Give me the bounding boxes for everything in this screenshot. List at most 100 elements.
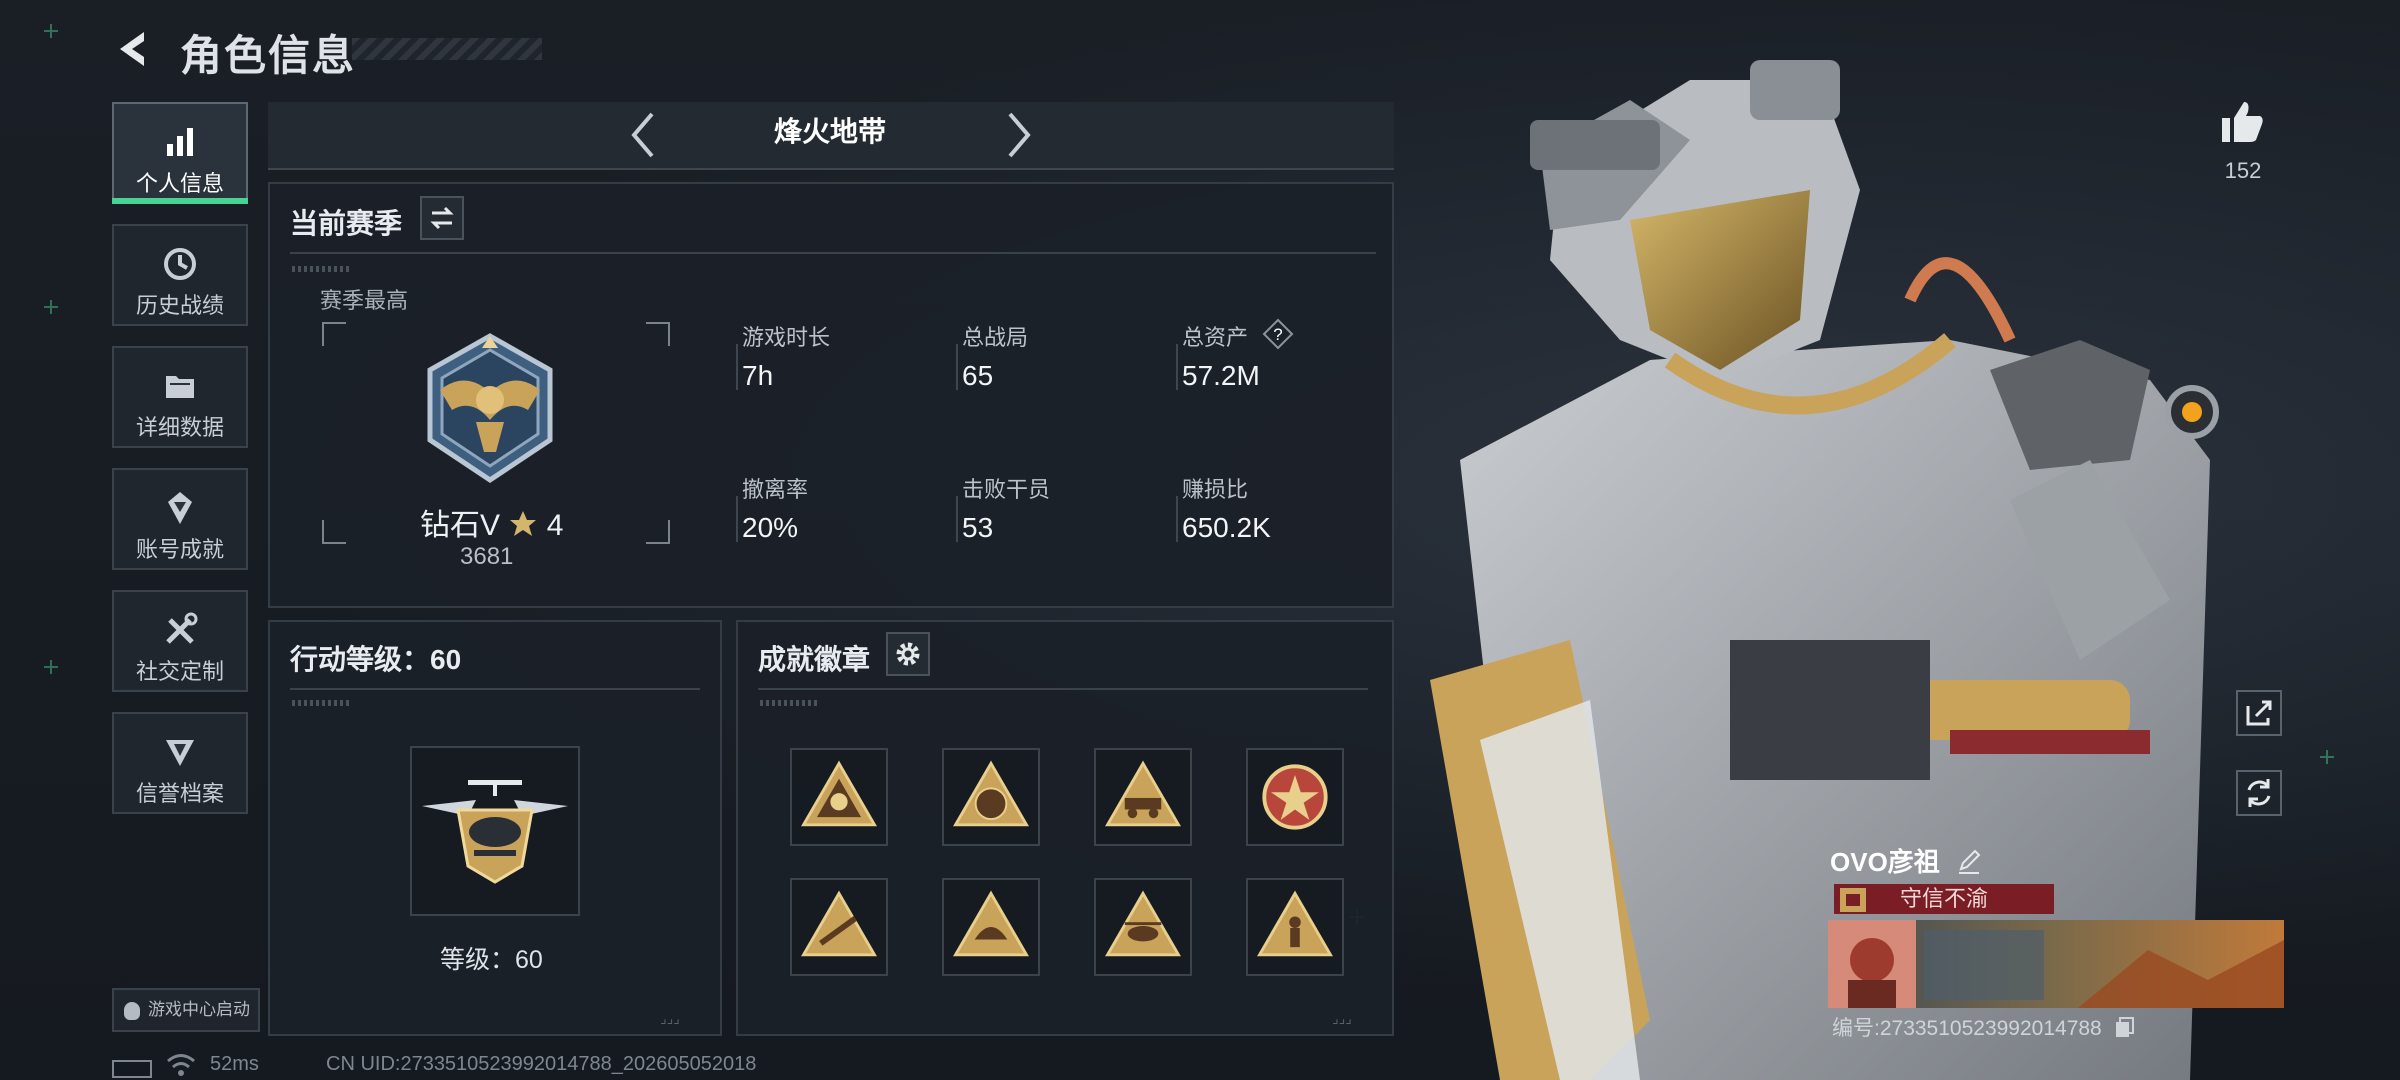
game-center-launch-button[interactable]: 游戏中心启动 (112, 988, 260, 1032)
share-icon (2246, 700, 2272, 726)
bar-chart-icon (167, 128, 193, 156)
achievement-badge[interactable] (790, 748, 888, 846)
swap-icon (430, 206, 454, 230)
achievement-badge[interactable] (1246, 878, 1344, 976)
frame-corner (322, 520, 346, 544)
stat-label: 撤离率 (742, 477, 809, 502)
stat-label: 游戏时长 (742, 325, 831, 350)
stat-label: 击败干员 (962, 477, 1051, 502)
stat-value: 65 (962, 360, 994, 391)
sidebar-item-history[interactable]: 历史战绩 (112, 224, 248, 326)
sidebar-item-label: 历史战绩 (135, 293, 224, 318)
battery-icon (112, 1060, 152, 1078)
sidebar-item-personal-info[interactable]: 个人信息 (112, 102, 248, 204)
frame-corner (646, 322, 670, 346)
sidebar-item-label: 账号成就 (135, 537, 224, 562)
game-center-label: 游戏中心启动 (148, 1000, 250, 1019)
sidebar-item-reputation[interactable]: 信誉档案 (112, 712, 248, 814)
star-icon (510, 511, 537, 536)
uid-text: CN UID:2733510523992014788_202605052018 (326, 1053, 757, 1075)
like-count: 152 (2224, 158, 2262, 183)
badge-6 (953, 890, 1029, 957)
season-switch-button[interactable] (420, 196, 464, 240)
stat-divider (956, 496, 958, 542)
achievement-badge[interactable] (1094, 878, 1192, 976)
level-label: 等级：60 (440, 946, 543, 974)
reputation-icon (166, 740, 194, 766)
stat-value: 7h (742, 360, 774, 391)
copy-icon[interactable] (2114, 1016, 2136, 1038)
divider (290, 252, 1376, 254)
player-name: OVO彦祖 (1830, 842, 1983, 879)
achievement-badge[interactable] (942, 748, 1040, 846)
action-level-title: 行动等级：60 (290, 644, 462, 675)
refresh-button[interactable] (2236, 770, 2282, 816)
badge-1 (801, 760, 877, 827)
badge-2 (953, 760, 1029, 827)
corner-decoration: ⌟⌟⌟ (1332, 1010, 1352, 1026)
frame-corner (322, 322, 346, 346)
stat-divider (1176, 344, 1178, 390)
svg-text:?: ? (1273, 325, 1282, 344)
sidebar-item-label: 信誉档案 (135, 781, 224, 806)
reputation-tag-text: 守信不渝 (1900, 886, 1989, 911)
badge-4 (1262, 764, 1328, 830)
rank-score: 3681 (460, 543, 514, 570)
refresh-icon (2247, 779, 2271, 807)
prev-mode-arrow-icon[interactable] (624, 110, 664, 160)
player-id: 编号:2733510523992014788 (1832, 1012, 2136, 1042)
badge-8 (1257, 890, 1333, 957)
stat-value: 53 (962, 512, 994, 543)
achievements-title: 成就徽章 (758, 644, 871, 675)
badge-3 (1105, 760, 1181, 827)
decor-cross (2320, 750, 2334, 764)
stat-value: 20% (742, 512, 799, 543)
edit-icon[interactable] (1955, 847, 1983, 875)
qq-icon (124, 1002, 140, 1020)
stat-label: 总战局 (962, 325, 1029, 350)
share-button[interactable] (2236, 690, 2282, 736)
decor-cross (44, 300, 58, 314)
stat-divider (736, 344, 738, 390)
stat-divider (736, 496, 738, 542)
achievement-badge[interactable] (942, 878, 1040, 976)
sidebar-item-social-custom[interactable]: 社交定制 (112, 590, 248, 692)
achievement-icon (168, 492, 192, 524)
stat-divider (1176, 496, 1178, 542)
player-card-banner[interactable] (1828, 920, 2284, 1008)
page-title: 角色信息 (180, 32, 357, 79)
next-mode-arrow-icon[interactable] (998, 110, 1038, 160)
ping-value: 52ms (210, 1053, 259, 1075)
stat-value: 57.2M (1182, 360, 1260, 391)
helicopter-emblem-icon (422, 780, 568, 884)
sidebar-item-achievements[interactable]: 账号成就 (112, 468, 248, 570)
sidebar-item-label: 详细数据 (135, 415, 224, 440)
rank-emblem-icon (427, 333, 553, 484)
badge-settings-button[interactable] (886, 632, 930, 676)
achievement-badge[interactable] (1246, 748, 1344, 846)
reputation-tag-icon (1840, 888, 1866, 912)
season-best-label: 赛季最高 (320, 288, 409, 313)
achievement-badge[interactable] (790, 878, 888, 976)
title-decoration (352, 38, 542, 60)
stat-divider (956, 344, 958, 390)
frame-corner (646, 520, 670, 544)
sidebar-item-detailed-data[interactable]: 详细数据 (112, 346, 248, 448)
history-icon (164, 248, 196, 280)
gear-icon (896, 642, 920, 666)
stat-value: 650.2K (1182, 512, 1271, 543)
rank-name: 钻石V 4 (420, 509, 564, 542)
corner-decoration: ⌟⌟⌟ (660, 1010, 680, 1026)
stat-label: 总资产 (1182, 325, 1249, 350)
back-arrow-icon[interactable] (110, 26, 156, 72)
help-icon[interactable]: ? (1262, 318, 1294, 350)
sidebar-item-label: 社交定制 (135, 659, 224, 684)
decor-cross (44, 24, 58, 38)
badge-7 (1105, 890, 1181, 957)
achievement-badge[interactable] (1094, 748, 1192, 846)
divider (290, 688, 700, 690)
season-title: 当前赛季 (290, 208, 403, 239)
decor-cross (44, 660, 58, 674)
like-icon[interactable] (2216, 96, 2268, 148)
stat-label: 赚损比 (1182, 477, 1249, 502)
